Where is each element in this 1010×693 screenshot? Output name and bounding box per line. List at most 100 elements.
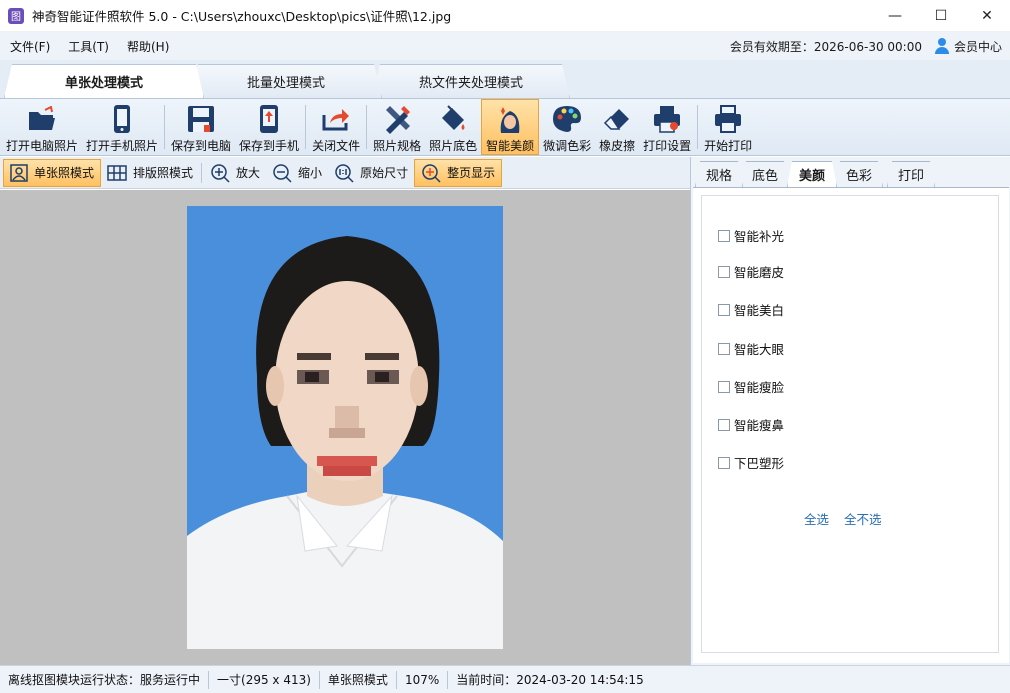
close-file-label: 关闭文件	[312, 139, 361, 153]
zoom-out-button[interactable]: 缩小	[266, 159, 328, 187]
tab-color[interactable]: 色彩	[835, 161, 883, 187]
eraser-button[interactable]: 橡皮擦	[595, 99, 639, 155]
member-center-label: 会员中心	[953, 39, 1002, 54]
option-label: 智能瘦鼻	[734, 418, 785, 433]
paint-bucket-icon	[442, 105, 465, 130]
phone-icon	[114, 105, 131, 133]
tab-spec[interactable]: 规格	[695, 161, 743, 187]
menu-help[interactable]: 帮助(H)	[117, 38, 177, 55]
option-smart-whitening[interactable]: 智能美白	[718, 300, 784, 319]
checkbox[interactable]	[718, 456, 730, 469]
zoom-in-icon	[211, 163, 230, 183]
checkbox[interactable]	[718, 303, 730, 316]
toolbar-separator	[164, 105, 166, 149]
checkbox[interactable]	[718, 418, 730, 431]
option-label: 智能大眼	[734, 342, 785, 357]
service-status: 离线抠图模块运行状态：服务运行中	[8, 673, 201, 687]
option-label: 智能磨皮	[734, 265, 785, 280]
beauty-face-icon	[500, 106, 520, 133]
photo-background-button[interactable]: 照片底色	[425, 99, 481, 155]
tab-beauty[interactable]: 美颜	[787, 161, 837, 187]
option-smart-fill-light[interactable]: 智能补光	[718, 226, 784, 245]
option-label: 智能美白	[734, 303, 785, 318]
printer-settings-icon	[654, 106, 681, 133]
printer-icon	[715, 105, 742, 133]
zoom-in-label: 放大	[236, 166, 261, 180]
adjust-color-button[interactable]: 微调色彩	[539, 99, 595, 155]
grid-icon	[107, 164, 127, 181]
select-all-link[interactable]: 全选	[804, 509, 829, 528]
menu-tools[interactable]: 工具(T)	[58, 38, 117, 55]
tab-batch-mode[interactable]: 批量处理模式	[190, 64, 382, 98]
share-icon	[322, 109, 350, 131]
checkbox[interactable]	[718, 265, 730, 278]
option-smart-slim-face[interactable]: 智能瘦脸	[718, 377, 784, 396]
checkbox[interactable]	[718, 229, 730, 242]
checkbox[interactable]	[718, 342, 730, 355]
fit-page-label: 整页显示	[447, 166, 496, 180]
tab-background[interactable]: 底色	[741, 161, 789, 187]
menu-bar: 文件(F) 工具(T) 帮助(H) 会员有效期至：2026-06-30 00:0…	[0, 32, 1010, 60]
mode-tabs: 热文件夹处理模式 批量处理模式 单张处理模式	[0, 60, 1010, 98]
open-pc-photo-button[interactable]: 打开电脑照片	[2, 99, 82, 155]
option-smart-slim-nose[interactable]: 智能瘦鼻	[718, 415, 784, 434]
option-smart-smooth-skin[interactable]: 智能磨皮	[718, 262, 784, 281]
save-to-phone-button[interactable]: 保存到手机	[235, 99, 303, 155]
fit-page-button[interactable]: 整页显示	[414, 158, 503, 187]
window-title: 神奇智能证件照软件 5.0 - C:\Users\zhouxc\Desktop\…	[32, 9, 452, 24]
minimize-button[interactable]: —	[872, 0, 918, 32]
save-to-pc-label: 保存到电脑	[171, 139, 232, 153]
original-size-label: 原始尺寸	[360, 166, 409, 180]
start-print-button[interactable]: 开始打印	[700, 99, 756, 155]
zoom-out-icon	[273, 163, 292, 183]
original-size-button[interactable]: 原始尺寸	[328, 159, 414, 187]
option-chin-shaping[interactable]: 下巴塑形	[718, 453, 784, 472]
layout-mode-label: 排版照模式	[133, 166, 194, 180]
close-file-button[interactable]: 关闭文件	[308, 99, 364, 155]
option-label: 下巴塑形	[734, 456, 785, 471]
option-smart-big-eyes[interactable]: 智能大眼	[718, 339, 784, 358]
menu-file[interactable]: 文件(F)	[0, 38, 58, 55]
smart-beauty-button[interactable]: 智能美颜	[481, 99, 540, 155]
zoom-in-button[interactable]: 放大	[204, 159, 266, 187]
viewbar-separator	[201, 162, 203, 183]
select-none-link[interactable]: 全不选	[844, 509, 882, 528]
title-bar: 图 神奇智能证件照软件 5.0 - C:\Users\zhouxc\Deskto…	[0, 0, 1010, 32]
phone-upload-icon	[260, 105, 279, 133]
layout-mode-button[interactable]: 排版照模式	[101, 159, 199, 187]
checkbox[interactable]	[718, 380, 730, 393]
toolbar-separator	[305, 105, 307, 149]
beauty-tab-content: 智能补光 智能磨皮 智能美白 智能大眼 智能瘦脸 智能瘦鼻 下巴塑形 全选 全不…	[693, 187, 1009, 663]
member-center-link[interactable]: 会员中心	[934, 32, 1002, 60]
mode-status: 单张照模式	[327, 673, 388, 687]
eraser-icon	[604, 109, 630, 130]
photo-canvas[interactable]	[0, 190, 690, 665]
portrait-icon	[10, 163, 28, 182]
photo-spec-button[interactable]: 照片规格	[369, 99, 425, 155]
pencil-ruler-icon	[386, 106, 411, 134]
member-validity: 会员有效期至：2026-06-30 00:00	[729, 39, 922, 54]
photo-spec-status: 一寸(295 x 413)	[217, 673, 311, 687]
panel-tabs: 打印 色彩 底色 规格 美颜	[691, 161, 1010, 187]
close-button[interactable]: ✕	[964, 0, 1010, 32]
status-bar: 离线抠图模块运行状态：服务运行中 一寸(295 x 413) 单张照模式 107…	[0, 665, 1010, 693]
tab-print[interactable]: 打印	[887, 161, 935, 187]
open-pc-photo-label: 打开电脑照片	[6, 139, 79, 153]
print-settings-button[interactable]: 打印设置	[639, 99, 695, 155]
single-photo-mode-label: 单张照模式	[34, 166, 95, 180]
maximize-button[interactable]: ☐	[918, 0, 964, 32]
start-print-label: 开始打印	[704, 139, 753, 153]
save-icon	[188, 106, 215, 132]
actual-size-icon	[335, 163, 354, 183]
eraser-label: 橡皮擦	[599, 139, 636, 153]
open-phone-photo-label: 打开手机照片	[86, 139, 159, 153]
save-to-pc-button[interactable]: 保存到电脑	[167, 99, 235, 155]
app-icon: 图	[8, 7, 24, 24]
folder-open-icon	[29, 106, 55, 130]
adjust-color-label: 微调色彩	[543, 139, 592, 153]
tab-hot-folder-mode[interactable]: 热文件夹处理模式	[372, 64, 570, 98]
toolbar-separator	[366, 105, 368, 149]
single-photo-mode-button[interactable]: 单张照模式	[3, 158, 102, 187]
tab-single-mode[interactable]: 单张处理模式	[4, 64, 204, 98]
open-phone-photo-button[interactable]: 打开手机照片	[82, 99, 162, 155]
